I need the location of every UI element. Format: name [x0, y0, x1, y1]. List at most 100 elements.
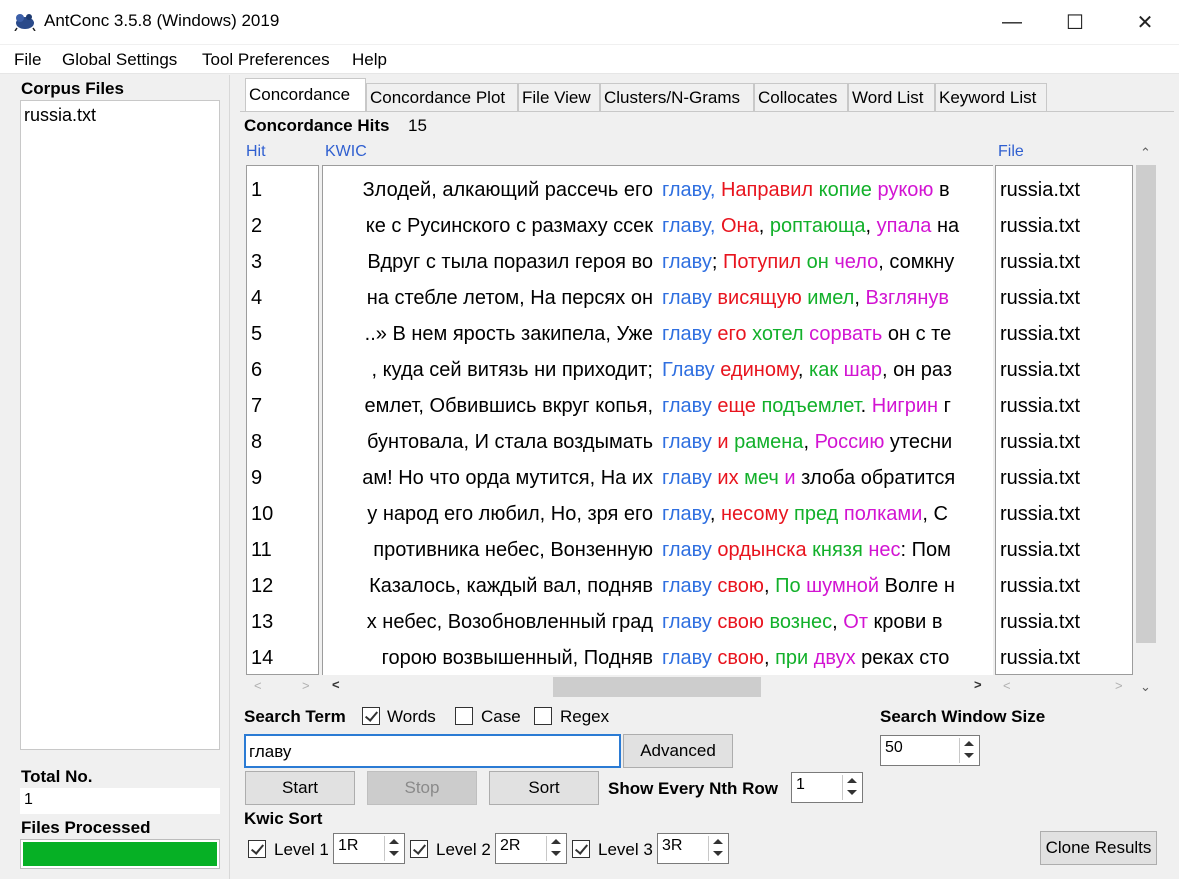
level-1-spinner[interactable]: 1R	[333, 833, 405, 864]
search-window-size-value[interactable]: 50	[885, 739, 903, 757]
tab-clusters-ngrams[interactable]: Clusters/N-Grams	[600, 83, 754, 111]
level-1-value[interactable]: 1R	[338, 837, 358, 855]
scroll-right-icon[interactable]: >	[974, 677, 982, 692]
corpus-files-list[interactable]: russia.txt	[20, 100, 220, 750]
file-name-cell[interactable]: russia.txt	[1000, 532, 1080, 568]
file-name-cell[interactable]: russia.txt	[1000, 172, 1080, 208]
scroll-right-icon[interactable]: >	[302, 678, 310, 693]
scroll-down-arrow-icon[interactable]: ⌄	[1140, 679, 1151, 695]
kwic-horizontal-scroll-thumb[interactable]	[553, 677, 761, 697]
menu-file[interactable]: File	[14, 50, 41, 70]
kwic-line[interactable]: х небес, Возобновленный град главу свою в…	[323, 604, 992, 640]
file-column-header[interactable]: File	[998, 143, 1024, 161]
file-name-cell[interactable]: russia.txt	[1000, 352, 1080, 388]
file-name-cell[interactable]: russia.txt	[1000, 244, 1080, 280]
file-name-cell[interactable]: russia.txt	[1000, 316, 1080, 352]
file-name-cell[interactable]: russia.txt	[1000, 208, 1080, 244]
kwic-line[interactable]: ке с Русинского с размаху ссек главу, Она…	[323, 208, 992, 244]
kwic-line[interactable]: Вдруг с тыла поразил героя во главу; Поту…	[323, 244, 992, 280]
words-checkbox[interactable]	[362, 707, 380, 725]
clone-results-button[interactable]: Clone Results	[1040, 831, 1157, 865]
level-3-checkbox[interactable]	[572, 840, 590, 858]
file-name-cell[interactable]: russia.txt	[1000, 460, 1080, 496]
advanced-button[interactable]: Advanced	[623, 734, 733, 768]
sort-button[interactable]: Sort	[489, 771, 599, 805]
regex-checkbox[interactable]	[534, 707, 552, 725]
hit-column-header[interactable]: Hit	[246, 143, 266, 161]
level-2-checkbox[interactable]	[410, 840, 428, 858]
level-1-label[interactable]: Level 1	[274, 840, 329, 860]
search-window-size-spinner[interactable]: 50	[880, 735, 980, 766]
file-name-cell[interactable]: russia.txt	[1000, 424, 1080, 460]
spinner-arrows-icon[interactable]	[384, 836, 402, 861]
minimize-button[interactable]: —	[984, 0, 1040, 44]
file-name-cell[interactable]: russia.txt	[1000, 568, 1080, 604]
hit-number[interactable]: 2	[251, 208, 262, 244]
kwic-keyword[interactable]: главу	[662, 431, 712, 453]
stop-button[interactable]: Stop	[367, 771, 477, 805]
kwic-keyword[interactable]: главу	[662, 215, 710, 237]
kwic-keyword[interactable]: главу	[662, 467, 712, 489]
spinner-arrows-icon[interactable]	[842, 775, 860, 800]
level-2-value[interactable]: 2R	[500, 837, 520, 855]
menu-help[interactable]: Help	[352, 50, 387, 70]
tab-concordance-plot[interactable]: Concordance Plot	[366, 83, 518, 111]
kwic-line[interactable]: , куда сей витязь ни приходит; Главу един…	[323, 352, 992, 388]
level-3-label[interactable]: Level 3	[598, 840, 653, 860]
kwic-line[interactable]: на стебле летом, На персях он главу висящ…	[323, 280, 992, 316]
scroll-left-icon[interactable]: <	[1003, 678, 1011, 693]
hit-number[interactable]: 11	[251, 532, 272, 568]
file-name-cell[interactable]: russia.txt	[1000, 388, 1080, 424]
kwic-keyword[interactable]: главу	[662, 539, 712, 561]
hit-number[interactable]: 14	[251, 640, 273, 674]
scroll-left-icon[interactable]: <	[332, 677, 340, 692]
case-checkbox[interactable]	[455, 707, 473, 725]
words-checkbox-label[interactable]: Words	[387, 707, 436, 727]
vertical-scroll-thumb[interactable]	[1136, 165, 1156, 643]
kwic-keyword[interactable]: главу	[662, 287, 712, 309]
scroll-left-icon[interactable]: <	[254, 678, 262, 693]
maximize-button[interactable]: ☐	[1047, 0, 1103, 44]
kwic-line[interactable]: ..» В нем ярость закипела, Уже главу его …	[323, 316, 992, 352]
hit-number[interactable]: 12	[251, 568, 273, 604]
kwic-keyword[interactable]: главу	[662, 647, 712, 669]
kwic-line[interactable]: Казалось, каждый вал, подняв главу свою, …	[323, 568, 992, 604]
kwic-line[interactable]: ам! Но что орда мутится, На их главу их м…	[323, 460, 992, 496]
tab-file-view[interactable]: File View	[518, 83, 600, 111]
hit-horizontal-scrollbar[interactable]: < >	[246, 676, 320, 698]
close-button[interactable]: ✕	[1117, 0, 1173, 44]
hit-number[interactable]: 10	[251, 496, 273, 532]
hit-number[interactable]: 9	[251, 460, 262, 496]
kwic-keyword[interactable]: главу	[662, 395, 712, 417]
hit-number[interactable]: 6	[251, 352, 262, 388]
tab-concordance[interactable]: Concordance	[245, 78, 366, 112]
kwic-column-header[interactable]: KWIC	[325, 143, 367, 161]
kwic-line[interactable]: противника небес, Вонзенную главу ордынск…	[323, 532, 992, 568]
hit-number[interactable]: 1	[251, 172, 262, 208]
start-button[interactable]: Start	[245, 771, 355, 805]
scroll-right-icon[interactable]: >	[1115, 678, 1123, 693]
menu-tool-preferences[interactable]: Tool Preferences	[202, 50, 330, 70]
nth-row-spinner[interactable]: 1	[791, 772, 863, 803]
kwic-keyword[interactable]: главу	[662, 575, 712, 597]
level-2-spinner[interactable]: 2R	[495, 833, 567, 864]
regex-checkbox-label[interactable]: Regex	[560, 707, 609, 727]
file-name-cell[interactable]: russia.txt	[1000, 604, 1080, 640]
file-column[interactable]: russia.txt russia.txt russia.txt russia.txt…	[995, 165, 1133, 675]
hit-number[interactable]: 7	[251, 388, 262, 424]
spinner-arrows-icon[interactable]	[959, 738, 977, 763]
tab-keyword-list[interactable]: Keyword List	[935, 83, 1047, 111]
spinner-arrows-icon[interactable]	[546, 836, 564, 861]
kwic-keyword[interactable]: Главу	[662, 359, 715, 381]
kwic-line[interactable]: емлет, Обвившись вкруг копья, главу еще п…	[323, 388, 992, 424]
kwic-keyword[interactable]: главу	[662, 611, 712, 633]
results-vertical-scrollbar[interactable]: ⌃ ⌄	[1134, 143, 1158, 698]
kwic-line[interactable]: у народ его любил, Но, зря его главу, нес…	[323, 496, 992, 532]
kwic-keyword[interactable]: главу	[662, 179, 710, 201]
file-name-cell[interactable]: russia.txt	[1000, 280, 1080, 316]
search-term-input[interactable]: главу	[244, 734, 621, 768]
kwic-keyword[interactable]: главу	[662, 323, 712, 345]
level-3-spinner[interactable]: 3R	[657, 833, 729, 864]
kwic-column[interactable]: Злодей, алкающий рассечь его главу, Напра…	[322, 165, 993, 675]
kwic-line[interactable]: бунтовала, И стала воздымать главу и раме…	[323, 424, 992, 460]
